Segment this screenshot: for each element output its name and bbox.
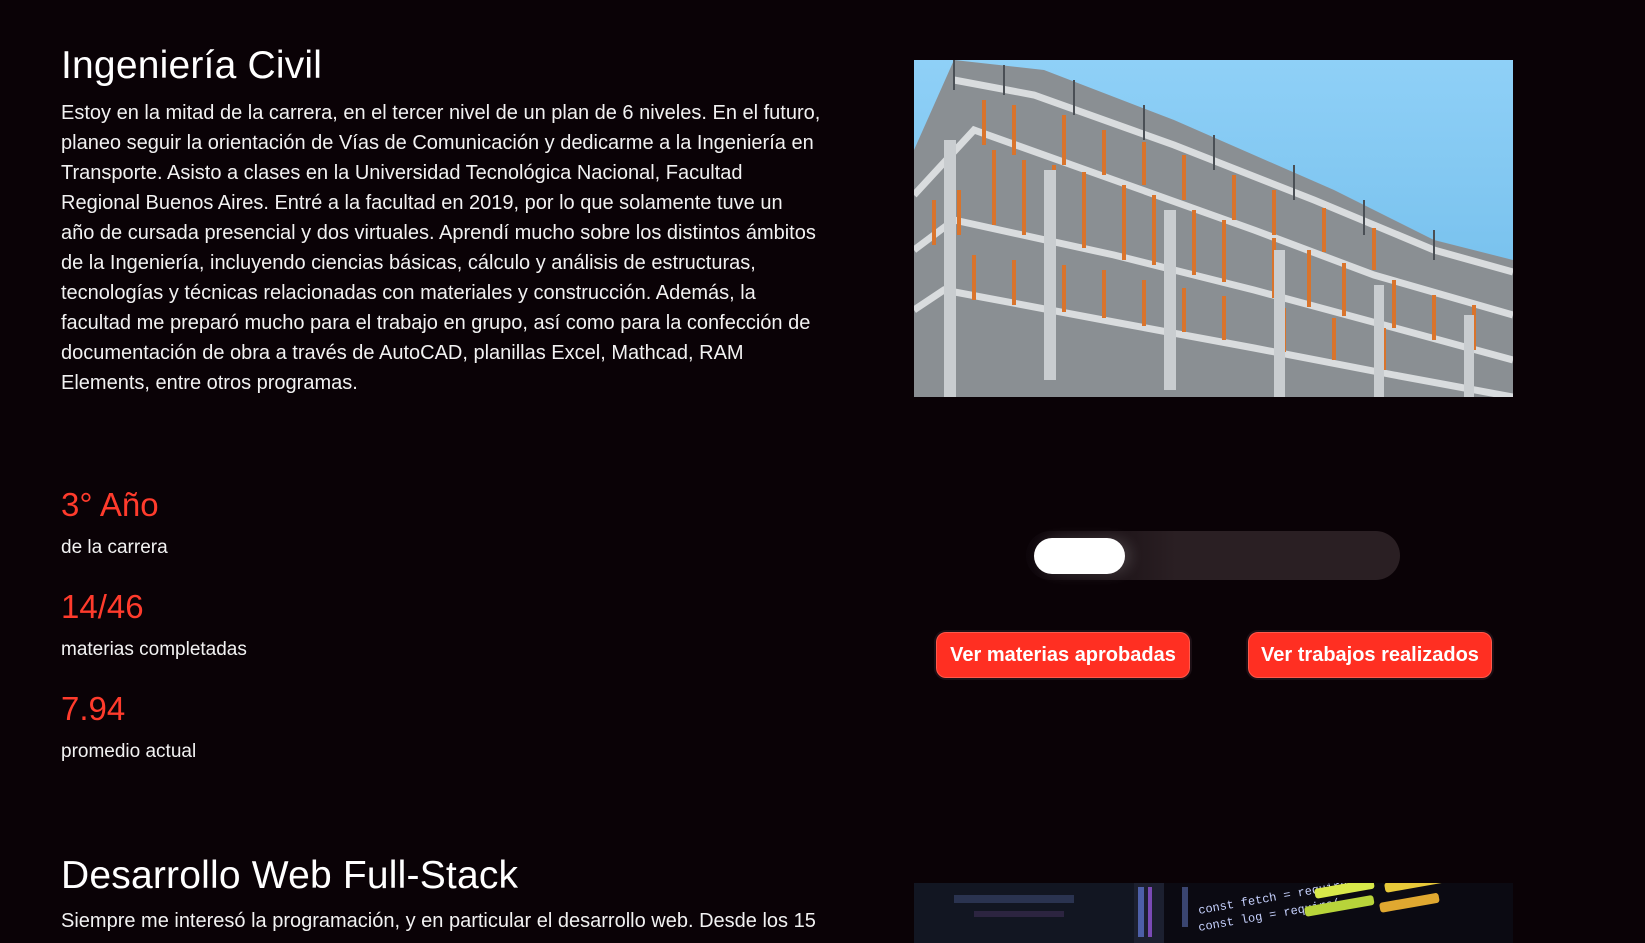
view-toggle-switch[interactable]: [1026, 531, 1400, 580]
year-stat-value: 3° Año: [61, 486, 159, 523]
subjects-stat-value: 14/46: [61, 588, 144, 625]
view-completed-works-button[interactable]: Ver trabajos realizados: [1246, 630, 1494, 680]
construction-building-image: [914, 60, 1513, 397]
toggle-knob[interactable]: [1034, 538, 1125, 574]
average-stat-value: 7.94: [61, 690, 126, 727]
code-screen-image: const fetch = require( const log = requi…: [914, 883, 1513, 943]
civil-description: Estoy en la mitad de la carrera, en el t…: [61, 102, 821, 394]
year-stat-label: de la carrera: [61, 537, 168, 558]
average-stat-label: promedio actual: [61, 741, 197, 762]
view-approved-subjects-button[interactable]: Ver materias aprobadas: [934, 630, 1192, 680]
web-description: Siempre me interesó la programación, y e…: [61, 910, 816, 932]
subjects-stat-label: materias completadas: [61, 639, 247, 660]
web-title: Desarrollo Web Full-Stack: [61, 854, 519, 897]
civil-title: Ingeniería Civil: [61, 44, 323, 87]
